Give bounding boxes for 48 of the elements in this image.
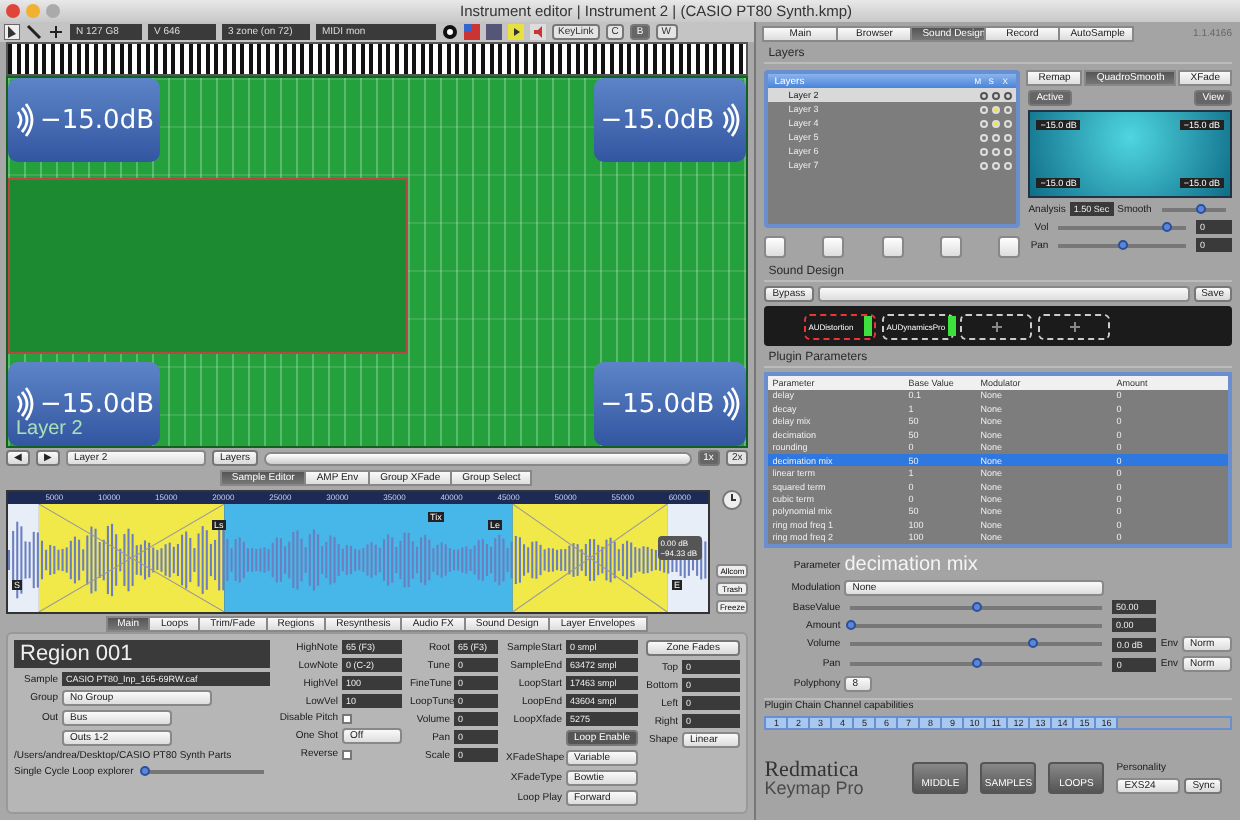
- pointer-tool-icon[interactable]: [4, 23, 20, 40]
- horizontal-scrollbar[interactable]: [264, 451, 692, 466]
- layer-label: Layer 2: [16, 418, 83, 441]
- zone-map[interactable]: −15.0dB −15.0dB −15.0dB −15.0dB Layer 2: [6, 76, 749, 449]
- pad-button[interactable]: [881, 236, 904, 258]
- color-tool-icon[interactable]: [464, 23, 480, 40]
- solo-toggle[interactable]: [992, 91, 1001, 99]
- close-button[interactable]: [6, 4, 20, 18]
- play-icon[interactable]: [508, 23, 524, 40]
- logo-subtitle: Keymap Pro: [764, 777, 866, 797]
- pencil-tool-icon[interactable]: [26, 23, 42, 40]
- pad-button[interactable]: [939, 236, 962, 258]
- slider-thumb[interactable]: [1028, 638, 1039, 648]
- status-led: [864, 316, 873, 336]
- velocity-fade-box: −15.0dB: [594, 78, 747, 163]
- slider-thumb[interactable]: [1162, 221, 1173, 231]
- parameter-name: decimation mix: [844, 554, 978, 576]
- velocity-fade-box: −15.0dB: [8, 78, 160, 163]
- sound-waves-icon: [13, 386, 34, 423]
- clock-icon[interactable]: [722, 490, 743, 511]
- slider-thumb[interactable]: [1118, 239, 1129, 249]
- slider-thumb[interactable]: [846, 619, 857, 629]
- sound-waves-icon: [720, 102, 741, 139]
- checkbox[interactable]: [342, 749, 352, 760]
- empty-plugin-slot[interactable]: [960, 313, 1033, 339]
- slider-thumb[interactable]: [972, 601, 983, 611]
- checkbox[interactable]: [342, 713, 352, 724]
- pad-button[interactable]: [822, 236, 845, 258]
- speaker-icon[interactable]: [530, 23, 546, 40]
- piano-keyboard-drawing[interactable]: [6, 41, 749, 77]
- logo-text: Redmatica: [764, 757, 861, 781]
- slider-thumb[interactable]: [1196, 203, 1207, 213]
- sound-waves-icon: [13, 102, 34, 139]
- plus-icon: [991, 321, 1002, 331]
- region-name: Region 001: [14, 640, 270, 669]
- record-icon[interactable]: [442, 23, 458, 40]
- zoom-button[interactable]: [46, 4, 60, 18]
- preset-select[interactable]: [817, 286, 1190, 302]
- sound-waves-icon: [720, 386, 741, 423]
- plus-icon: [1069, 321, 1080, 331]
- velocity-fade-box: −15.0dB: [594, 362, 747, 447]
- empty-plugin-slot[interactable]: [1038, 313, 1111, 339]
- slider-thumb[interactable]: [139, 766, 150, 777]
- pad-button[interactable]: [998, 236, 1021, 258]
- resize-tool-icon[interactable]: [48, 23, 64, 40]
- pad-button[interactable]: [764, 236, 787, 258]
- slider-thumb[interactable]: [972, 658, 983, 668]
- status-led: [947, 316, 956, 336]
